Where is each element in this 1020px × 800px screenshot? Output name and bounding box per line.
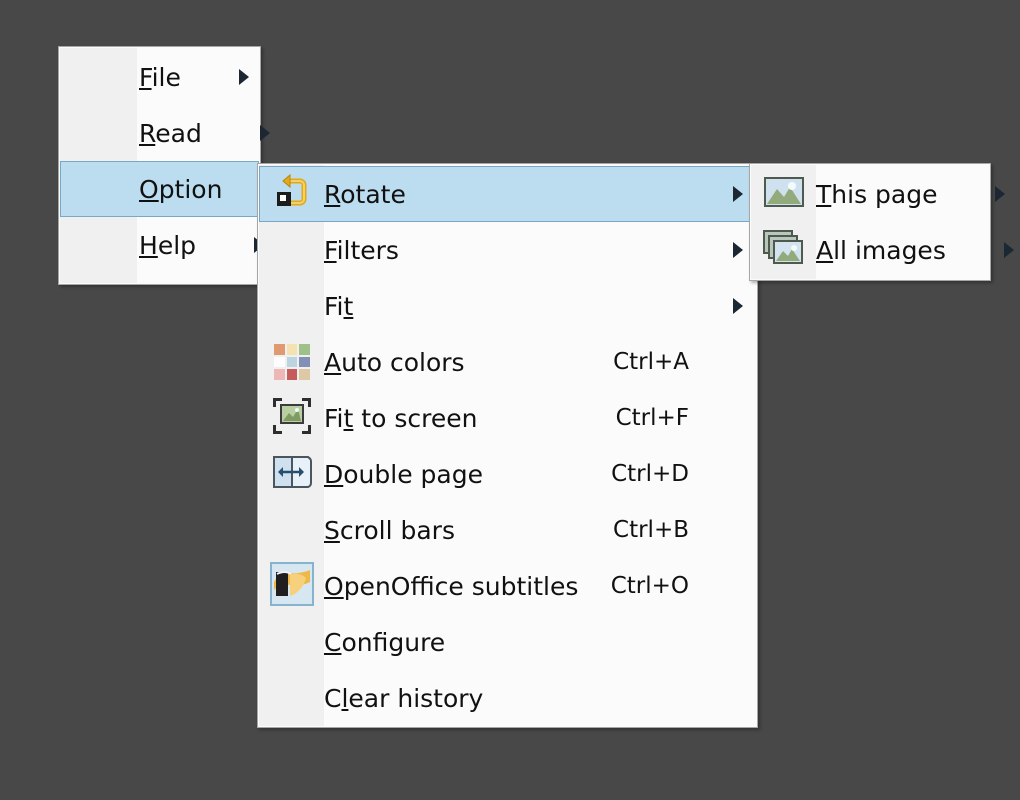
menu-item-double-page[interactable]: Double pageCtrl+D: [259, 446, 756, 502]
menu-item-icon-slot: [61, 50, 139, 104]
menu-item-icon-slot: [260, 335, 324, 389]
menu-item-label: File: [139, 63, 195, 92]
menu-item-label: All images: [816, 236, 960, 265]
menu-item-icon-slot: [260, 503, 324, 557]
menu-item-openoffice-subtitles[interactable]: OpenOffice subtitlesCtrl+O: [259, 558, 756, 614]
menu-item-option[interactable]: Option: [60, 161, 259, 217]
menu-item-fit-to-screen[interactable]: Fit to screenCtrl+F: [259, 390, 756, 446]
double-page-icon: [271, 454, 313, 494]
menu-item-icon-slot: [260, 615, 324, 669]
option-submenu-panel: RotateFiltersFitAuto colorsCtrl+AFit to …: [257, 163, 758, 728]
menu-item-icon-slot: [752, 223, 816, 277]
color-swatch-icon: [274, 344, 310, 380]
menu-item-configure[interactable]: Configure: [259, 614, 756, 670]
main-menu-panel: File Read Option Help: [58, 46, 261, 285]
menu-item-label: Fit: [324, 292, 689, 321]
menu-item-label: Fit to screen: [324, 404, 616, 433]
submenu-arrow-icon: [992, 241, 1020, 259]
menu-item-icon-slot: [61, 162, 139, 216]
menu-item-rotate[interactable]: Rotate: [259, 166, 756, 222]
stacked-images-icon: [762, 229, 806, 271]
menu-item-icon-slot: [260, 447, 324, 501]
menu-item-label: Scroll bars: [324, 516, 613, 545]
menu-item-shortcut: Ctrl+B: [613, 517, 721, 543]
menu-item-read[interactable]: Read: [60, 105, 259, 161]
menu-item-label: OpenOffice subtitles: [324, 572, 611, 601]
option-submenu-items: RotateFiltersFitAuto colorsCtrl+AFit to …: [258, 166, 757, 726]
menu-item-label: This page: [816, 180, 951, 209]
menu-item-file[interactable]: File: [60, 49, 259, 105]
submenu-arrow-icon: [721, 297, 755, 315]
menu-item-shortcut: Ctrl+A: [613, 349, 721, 375]
single-image-icon: [763, 176, 805, 212]
main-menu-items: File Read Option Help: [59, 49, 260, 273]
menu-item-this-page[interactable]: This page: [751, 166, 989, 222]
menu-item-label: Auto colors: [324, 348, 613, 377]
menu-item-icon-slot: [260, 167, 324, 221]
menu-item-label: Read: [139, 119, 216, 148]
menu-item-label: Double page: [324, 460, 611, 489]
menu-item-all-images[interactable]: All images: [751, 222, 989, 278]
menu-item-shortcut: Ctrl+O: [611, 573, 721, 599]
menu-item-shortcut: Ctrl+D: [611, 461, 721, 487]
menu-item-clear-history[interactable]: Clear history: [259, 670, 756, 726]
rotate-submenu-items: This page All images: [750, 166, 990, 278]
rotate-submenu-panel: This page All images: [749, 163, 991, 281]
menu-item-auto-colors[interactable]: Auto colorsCtrl+A: [259, 334, 756, 390]
rotate-icon: [272, 172, 312, 216]
menu-item-label: Option: [139, 175, 236, 204]
menu-item-icon-slot: [61, 106, 139, 160]
menu-item-icon-slot: [260, 279, 324, 333]
menu-item-label: Rotate: [324, 180, 689, 209]
menu-item-icon-slot: [752, 167, 816, 221]
menu-item-fit[interactable]: Fit: [259, 278, 756, 334]
fit-to-screen-icon: [270, 395, 314, 441]
menu-item-shortcut: Ctrl+F: [616, 405, 721, 431]
menu-item-label: Configure: [324, 628, 689, 657]
menu-item-icon-slot: [260, 559, 324, 613]
menu-item-icon-slot: [260, 223, 324, 277]
menu-item-icon-slot: [61, 218, 139, 272]
menu-item-filters[interactable]: Filters: [259, 222, 756, 278]
menu-item-label: Help: [139, 231, 210, 260]
menu-item-icon-slot: [260, 391, 324, 445]
openoffice-subtitles-icon: [270, 562, 314, 610]
submenu-arrow-icon: [227, 68, 261, 86]
submenu-arrow-icon: [248, 124, 282, 142]
menu-item-scroll-bars[interactable]: Scroll barsCtrl+B: [259, 502, 756, 558]
menu-item-label: Filters: [324, 236, 689, 265]
menu-item-label: Clear history: [324, 684, 689, 713]
submenu-arrow-icon: [983, 185, 1017, 203]
menu-item-help[interactable]: Help: [60, 217, 259, 273]
menu-item-icon-slot: [260, 671, 324, 725]
